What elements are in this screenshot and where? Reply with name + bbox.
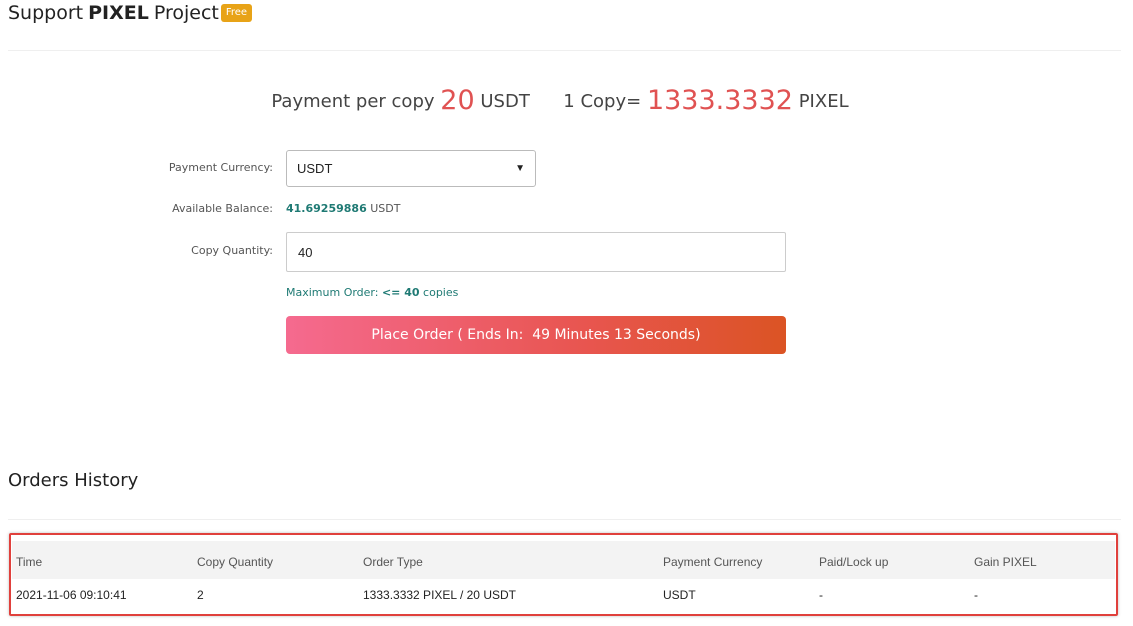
title-suffix: Project [153, 2, 219, 24]
per-copy-value: 20 [440, 85, 475, 116]
page-title: Support PIXEL Project Free [8, 2, 253, 24]
max-order-value: <= 40 [381, 286, 420, 299]
copy-quantity-input[interactable]: 40 [286, 232, 786, 272]
free-badge: Free [220, 4, 253, 22]
max-order-prefix: Maximum Order: [286, 286, 379, 299]
header-divider [8, 50, 1121, 51]
per-copy-label: Payment per copy [271, 91, 435, 112]
payment-currency-select[interactable]: USDT ▼ [286, 150, 536, 187]
copy-rate-label: 1 Copy= [563, 91, 642, 112]
max-order-suffix: copies [423, 286, 459, 299]
available-balance-value: 41.69259886 [286, 202, 367, 215]
copy-quantity-value: 40 [298, 244, 313, 260]
orders-history-title: Orders History [8, 470, 139, 491]
payment-currency-selected: USDT [297, 161, 333, 176]
price-summary: Payment per copy 20 USDT 1 Copy= 1333.33… [0, 85, 1120, 116]
place-order-button[interactable]: Place Order ( Ends In: 49 Minutes 13 Sec… [286, 316, 786, 354]
copy-rate-value: 1333.3332 [646, 85, 793, 116]
available-balance: 41.69259886 USDT [286, 202, 400, 215]
copy-rate-unit: PIXEL [798, 91, 849, 112]
available-balance-label: Available Balance: [172, 202, 273, 215]
history-divider [8, 519, 1121, 520]
maximum-order-hint: Maximum Order: <= 40 copies [286, 286, 458, 299]
orders-history-highlight [9, 533, 1118, 616]
chevron-down-icon: ▼ [515, 163, 525, 174]
title-prefix: Support [8, 2, 84, 24]
per-copy-unit: USDT [480, 91, 530, 112]
payment-currency-label: Payment Currency: [168, 161, 273, 174]
available-balance-unit: USDT [370, 202, 401, 215]
title-project-name: PIXEL [88, 2, 149, 24]
copy-quantity-label: Copy Quantity: [191, 244, 273, 257]
